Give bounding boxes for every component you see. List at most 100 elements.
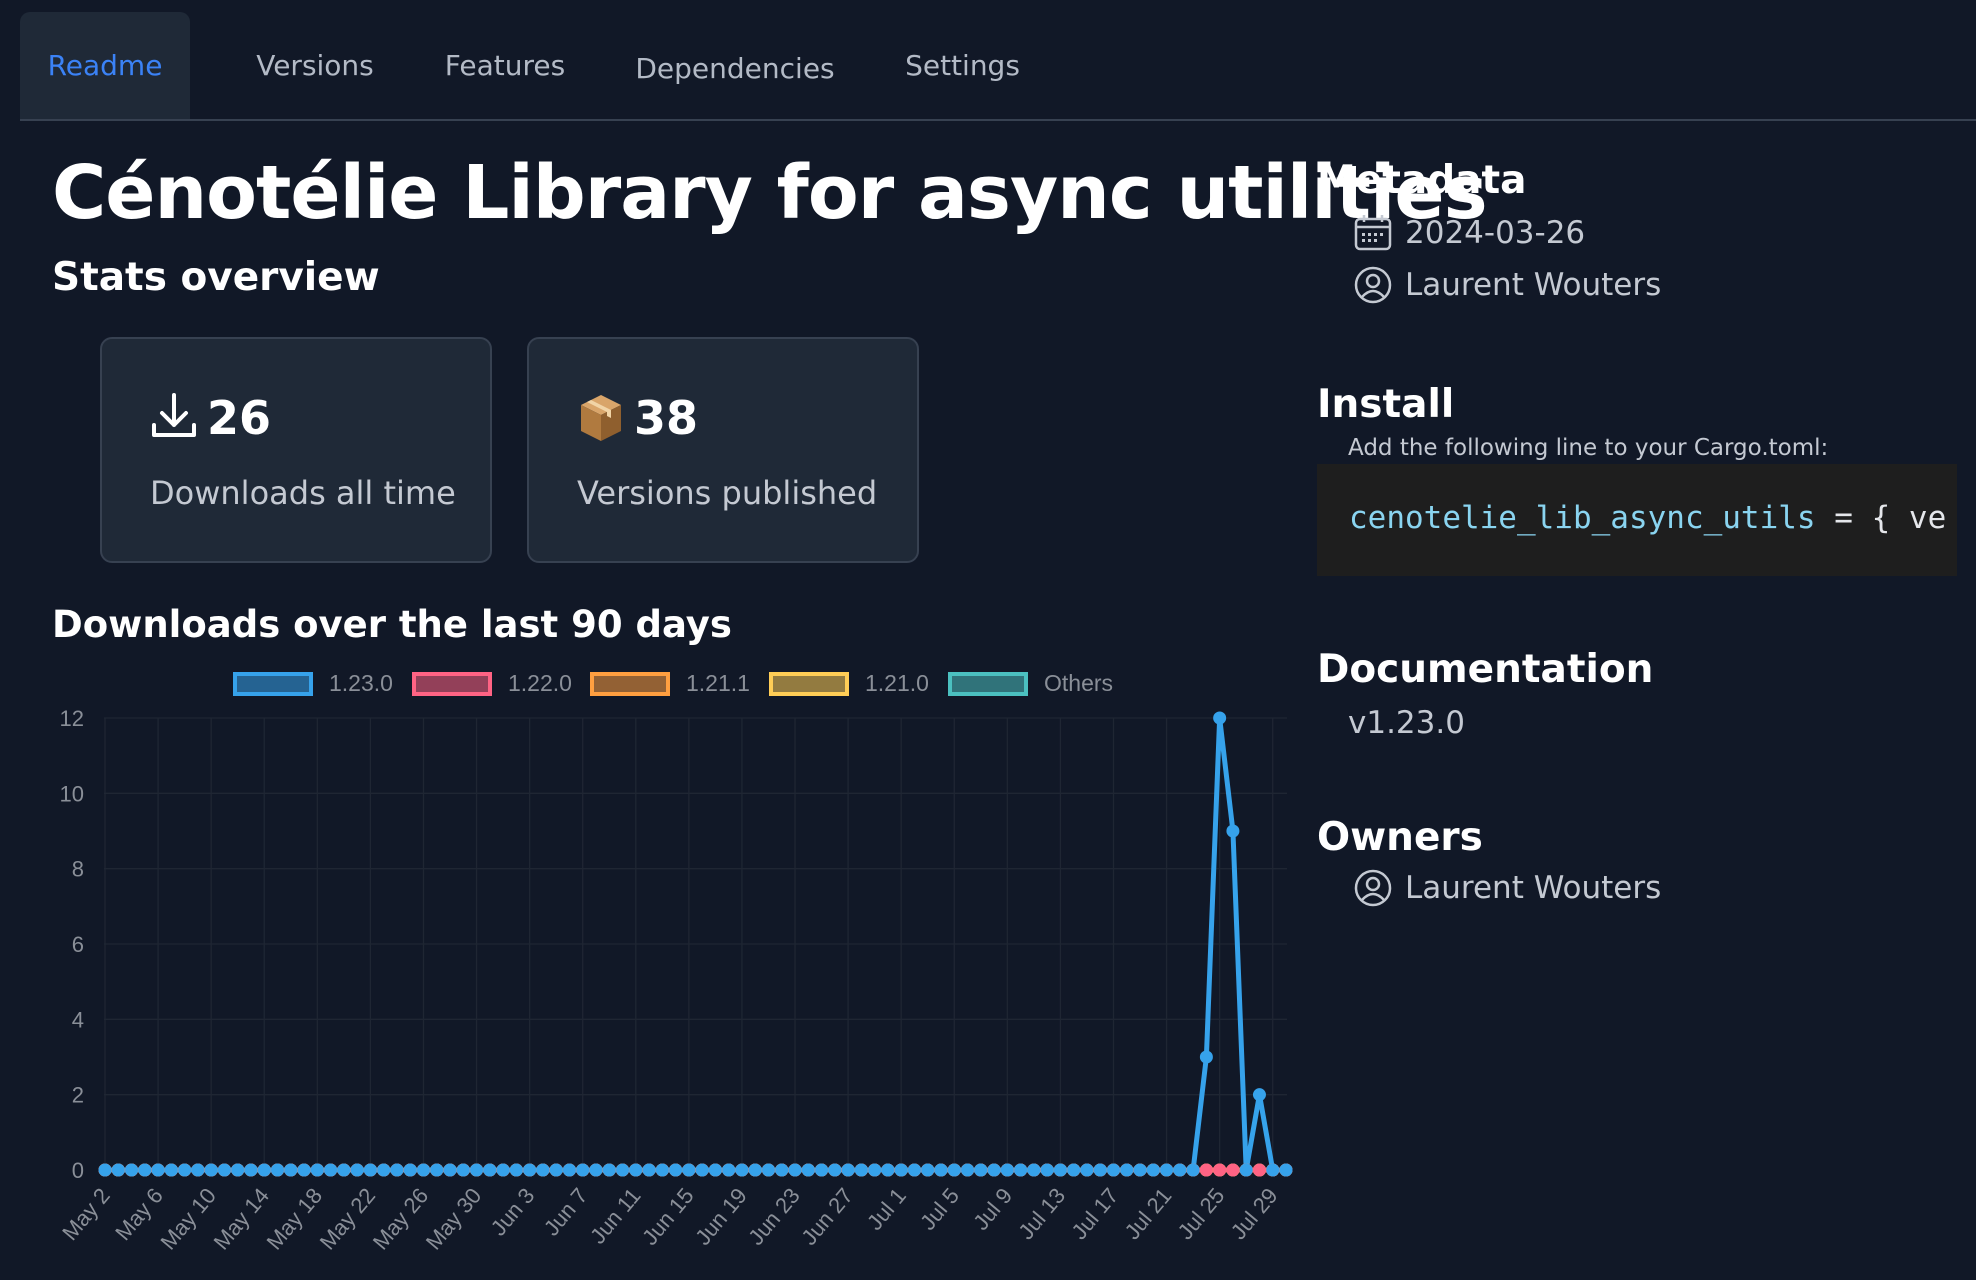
data-point (1279, 1163, 1293, 1177)
data-point (403, 1163, 417, 1177)
data-point (1199, 1163, 1213, 1177)
legend-swatch (590, 672, 670, 696)
downloads-stat-card: 26 Downloads all time (100, 337, 492, 563)
data-point (868, 1163, 882, 1177)
doc-version-text: v1.23.0 (1348, 705, 1465, 741)
data-point (562, 1163, 576, 1177)
data-point (363, 1163, 377, 1177)
y-tick-label: 4 (72, 1007, 84, 1032)
data-point (231, 1163, 245, 1177)
data-point (111, 1163, 125, 1177)
page-title: Cénotélie Library for async utilities (52, 150, 1488, 236)
data-point (669, 1163, 683, 1177)
install-code-crate: cenotelie_lib_async_utils (1349, 500, 1816, 536)
install-code: cenotelie_lib_async_utils = { ve (1349, 500, 1946, 536)
data-point (828, 1163, 842, 1177)
data-point (509, 1163, 523, 1177)
legend-label: 1.21.1 (686, 670, 750, 696)
data-point (947, 1163, 961, 1177)
tab-bar: Readme Versions Features Dependencies Se… (20, 12, 1976, 121)
data-point (284, 1163, 298, 1177)
data-point (815, 1163, 829, 1177)
data-point (310, 1163, 324, 1177)
tab-readme[interactable]: Readme (20, 12, 190, 119)
metadata-heading: Metadata (1317, 158, 1527, 203)
data-point (1120, 1163, 1134, 1177)
versions-stat-card: 38 Versions published (527, 337, 919, 563)
tab-settings[interactable]: Settings (880, 12, 1045, 119)
x-tick-label: May 22 (315, 1183, 381, 1254)
user-icon (1354, 266, 1392, 304)
data-point (204, 1163, 218, 1177)
data-point (1239, 1163, 1253, 1177)
data-point (1040, 1163, 1054, 1177)
data-point (1173, 1163, 1187, 1177)
x-tick-label: Jul 13 (1013, 1183, 1070, 1244)
data-point (1186, 1163, 1200, 1177)
y-tick-label: 8 (72, 857, 84, 882)
data-point (974, 1163, 988, 1177)
data-point (1226, 824, 1240, 838)
data-point (881, 1163, 895, 1177)
data-point (1266, 1163, 1280, 1177)
data-point (1014, 1163, 1028, 1177)
x-tick-label: Jul 21 (1120, 1183, 1177, 1244)
x-tick-label: Jun 3 (486, 1183, 540, 1240)
data-point (191, 1163, 205, 1177)
data-point (1252, 1088, 1266, 1102)
data-point (1160, 1163, 1174, 1177)
install-hint: Add the following line to your Cargo.tom… (1348, 435, 1829, 461)
downloads-count: 26 (207, 391, 272, 445)
install-heading: Install (1317, 382, 1455, 427)
data-point (483, 1163, 497, 1177)
legend-swatch (948, 672, 1028, 696)
data-point (390, 1163, 404, 1177)
data-point (1067, 1163, 1081, 1177)
data-point (589, 1163, 603, 1177)
calendar-icon (1354, 215, 1392, 251)
data-point (1252, 1163, 1266, 1177)
data-point (841, 1163, 855, 1177)
downloads-label: Downloads all time (150, 474, 456, 512)
data-point (748, 1163, 762, 1177)
data-point (655, 1163, 669, 1177)
x-tick-label: Jul 9 (968, 1183, 1017, 1235)
data-point (1199, 1050, 1213, 1064)
data-point (98, 1163, 112, 1177)
legend-label: 1.22.0 (508, 670, 572, 696)
data-point (761, 1163, 775, 1177)
legend-swatch (233, 672, 313, 696)
data-point (1027, 1163, 1041, 1177)
data-point (695, 1163, 709, 1177)
data-point (470, 1163, 484, 1177)
x-tick-label: Jun 11 (585, 1183, 646, 1248)
data-point (642, 1163, 656, 1177)
x-tick-label: Jul 1 (862, 1183, 911, 1235)
data-point (961, 1163, 975, 1177)
data-point (1093, 1163, 1107, 1177)
data-point (894, 1163, 908, 1177)
x-tick-label: Jul 29 (1226, 1183, 1283, 1244)
data-point (178, 1163, 192, 1177)
data-point (496, 1163, 510, 1177)
data-point (1226, 1163, 1240, 1177)
tab-features[interactable]: Features (420, 12, 590, 119)
data-point (257, 1163, 271, 1177)
legend-label: Others (1044, 670, 1114, 696)
tab-versions[interactable]: Versions (230, 12, 400, 119)
data-point (536, 1163, 550, 1177)
data-point (987, 1163, 1001, 1177)
data-point (416, 1163, 430, 1177)
data-point (1080, 1163, 1094, 1177)
y-tick-label: 2 (72, 1083, 84, 1108)
y-tick-label: 6 (72, 932, 84, 957)
legend-label: 1.21.0 (865, 670, 929, 696)
data-point (616, 1163, 630, 1177)
data-point (934, 1163, 948, 1177)
data-point (576, 1163, 590, 1177)
downloads-heading: Downloads over the last 90 days (52, 603, 732, 646)
tab-dependencies[interactable]: Dependencies (610, 15, 860, 122)
install-code-block[interactable]: cenotelie_lib_async_utils = { ve (1317, 464, 1957, 576)
data-point (350, 1163, 364, 1177)
owners-heading: Owners (1317, 815, 1483, 860)
